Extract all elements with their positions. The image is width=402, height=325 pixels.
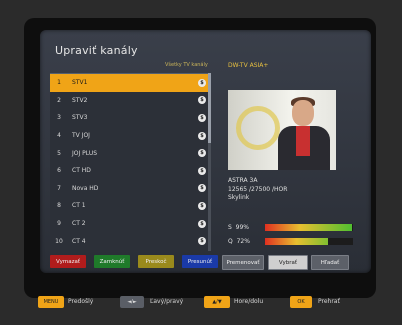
find-button[interactable]: Hľadať [311, 255, 349, 270]
channel-row[interactable]: 4 TV JOJ $ [50, 127, 210, 145]
move-button[interactable]: Presunúť [182, 255, 218, 268]
channel-name: STV3 [72, 114, 88, 122]
channel-name: CT HD [72, 167, 91, 175]
provider-name: Skylink [228, 194, 250, 201]
channel-number: 4 [57, 132, 61, 140]
channel-row[interactable]: 10 CT 4 $ [50, 232, 210, 250]
up-down-label: Hore/dolu [234, 298, 264, 305]
menu-key[interactable]: MENU [38, 296, 64, 308]
channel-name: Nova HD [72, 184, 99, 192]
preview-presenter-shirt [296, 126, 310, 156]
paid-channel-icon: $ [198, 78, 206, 87]
signal-s-letter: S [228, 224, 232, 231]
paid-channel-icon: $ [198, 166, 206, 175]
channel-row[interactable]: 5 JOJ PLUS $ [50, 144, 210, 162]
channel-list[interactable]: 1 STV1 $2 STV2 $3 STV3 $4 TV JOJ $5 JOJ PLUS $6 CT … [50, 73, 210, 252]
select-button[interactable]: Vybrať [268, 255, 308, 270]
channel-number: 6 [57, 167, 61, 175]
list-header: Všetky TV kanály [165, 62, 208, 68]
paid-channel-icon: $ [198, 184, 206, 193]
channel-name: JOJ PLUS [72, 149, 98, 157]
satellite-header: DW-TV ASIA+ [228, 62, 269, 69]
channel-row[interactable]: 9 CT 2 $ [50, 215, 210, 233]
channel-number: 8 [57, 202, 61, 210]
channel-name: CT 2 [72, 220, 86, 228]
signal-q-letter: Q [228, 238, 233, 245]
page-title: Upraviť kanály [55, 44, 138, 57]
signal-s-value: 99% [235, 224, 249, 231]
signal-quality-fill [265, 238, 329, 245]
menu-key-label: Predošlý [68, 298, 94, 305]
paid-channel-icon: $ [198, 201, 206, 210]
channel-name: TV JOJ [72, 132, 90, 140]
paid-channel-icon: $ [198, 237, 206, 246]
paid-channel-icon: $ [198, 219, 206, 228]
channel-name: CT 4 [72, 237, 86, 245]
channel-row[interactable]: 3 STV3 $ [50, 109, 210, 127]
channel-number: 7 [57, 184, 61, 192]
channel-preview [228, 90, 336, 170]
signal-strength-label: S 99% [228, 224, 249, 231]
ok-key[interactable]: OK [290, 296, 312, 308]
signal-q-value: 72% [236, 238, 250, 245]
channel-name: STV2 [72, 96, 88, 104]
channel-row[interactable]: 6 CT HD $ [50, 162, 210, 180]
signal-quality-label: Q 72% [228, 238, 250, 245]
paid-channel-icon: $ [198, 149, 206, 158]
preview-presenter-head [292, 100, 314, 126]
ok-label: Prehrať [318, 298, 340, 305]
delete-button[interactable]: Vymazať [50, 255, 86, 268]
channel-row[interactable]: 2 STV2 $ [50, 92, 210, 110]
signal-strength-bar [265, 224, 353, 231]
channel-row[interactable]: 8 CT 1 $ [50, 197, 210, 215]
skip-button[interactable]: Preskoč [138, 255, 174, 268]
channel-name: STV1 [72, 79, 88, 87]
channel-number: 5 [57, 149, 61, 157]
paid-channel-icon: $ [198, 113, 206, 122]
signal-strength-fill [265, 224, 353, 231]
channel-row[interactable]: 1 STV1 $ [50, 74, 210, 92]
lock-button[interactable]: Zamknúť [94, 255, 130, 268]
signal-quality-bar [265, 238, 353, 245]
paid-channel-icon: $ [198, 96, 206, 105]
left-right-key[interactable]: ◄/► [120, 296, 144, 308]
channel-row[interactable]: 7 Nova HD $ [50, 180, 210, 198]
channel-list-scrollbar[interactable] [208, 73, 211, 251]
channel-name: CT 1 [72, 202, 86, 210]
rename-button[interactable]: Premenovať [222, 255, 264, 270]
transponder-params: 12565 /27500 /HOR [228, 185, 288, 193]
transponder-info: ASTRA 3A 12565 /27500 /HOR Skylink [228, 177, 287, 203]
channel-number: 3 [57, 114, 61, 122]
left-right-label: Ľavý/pravý [150, 298, 184, 305]
channel-number: 1 [57, 79, 61, 87]
scrollbar-thumb[interactable] [208, 73, 211, 143]
satellite-name: ASTRA 3A [228, 177, 258, 184]
channel-number: 10 [55, 237, 63, 245]
channel-number: 9 [57, 220, 61, 228]
paid-channel-icon: $ [198, 131, 206, 140]
up-down-key[interactable]: ▲/▼ [204, 296, 230, 308]
preview-logo [236, 106, 280, 150]
channel-number: 2 [57, 96, 61, 104]
